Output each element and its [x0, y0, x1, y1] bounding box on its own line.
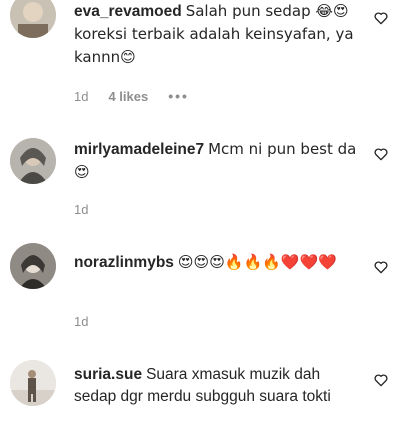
comment-age: 1d: [74, 88, 89, 104]
comment-username[interactable]: eva_revamoed: [74, 3, 182, 20]
heart-outline-icon[interactable]: [373, 372, 389, 388]
comment-username[interactable]: suria.sue: [74, 366, 142, 383]
comment-age: 1d: [74, 202, 89, 217]
avatar[interactable]: [10, 0, 56, 38]
avatar[interactable]: [10, 360, 56, 406]
comment-age: 1d: [74, 314, 89, 329]
avatar[interactable]: [10, 138, 56, 184]
comment-username[interactable]: norazlinmybs: [74, 254, 174, 271]
heart-outline-icon[interactable]: [373, 146, 389, 162]
comment-username[interactable]: mirlyamadeleine7: [74, 141, 204, 158]
heart-outline-icon[interactable]: [373, 10, 389, 26]
comment-meta: 1d: [74, 314, 88, 329]
more-options-icon[interactable]: •••: [168, 88, 189, 104]
avatar[interactable]: [10, 243, 56, 289]
comment-likes[interactable]: 4 likes: [108, 89, 148, 104]
heart-outline-icon[interactable]: [373, 259, 389, 275]
comment-meta: 1d 4 likes •••: [74, 88, 189, 104]
comment-meta: 1d: [74, 202, 88, 217]
comment-text: 😍😍😍🔥🔥🔥❤️❤️❤️: [177, 253, 337, 271]
